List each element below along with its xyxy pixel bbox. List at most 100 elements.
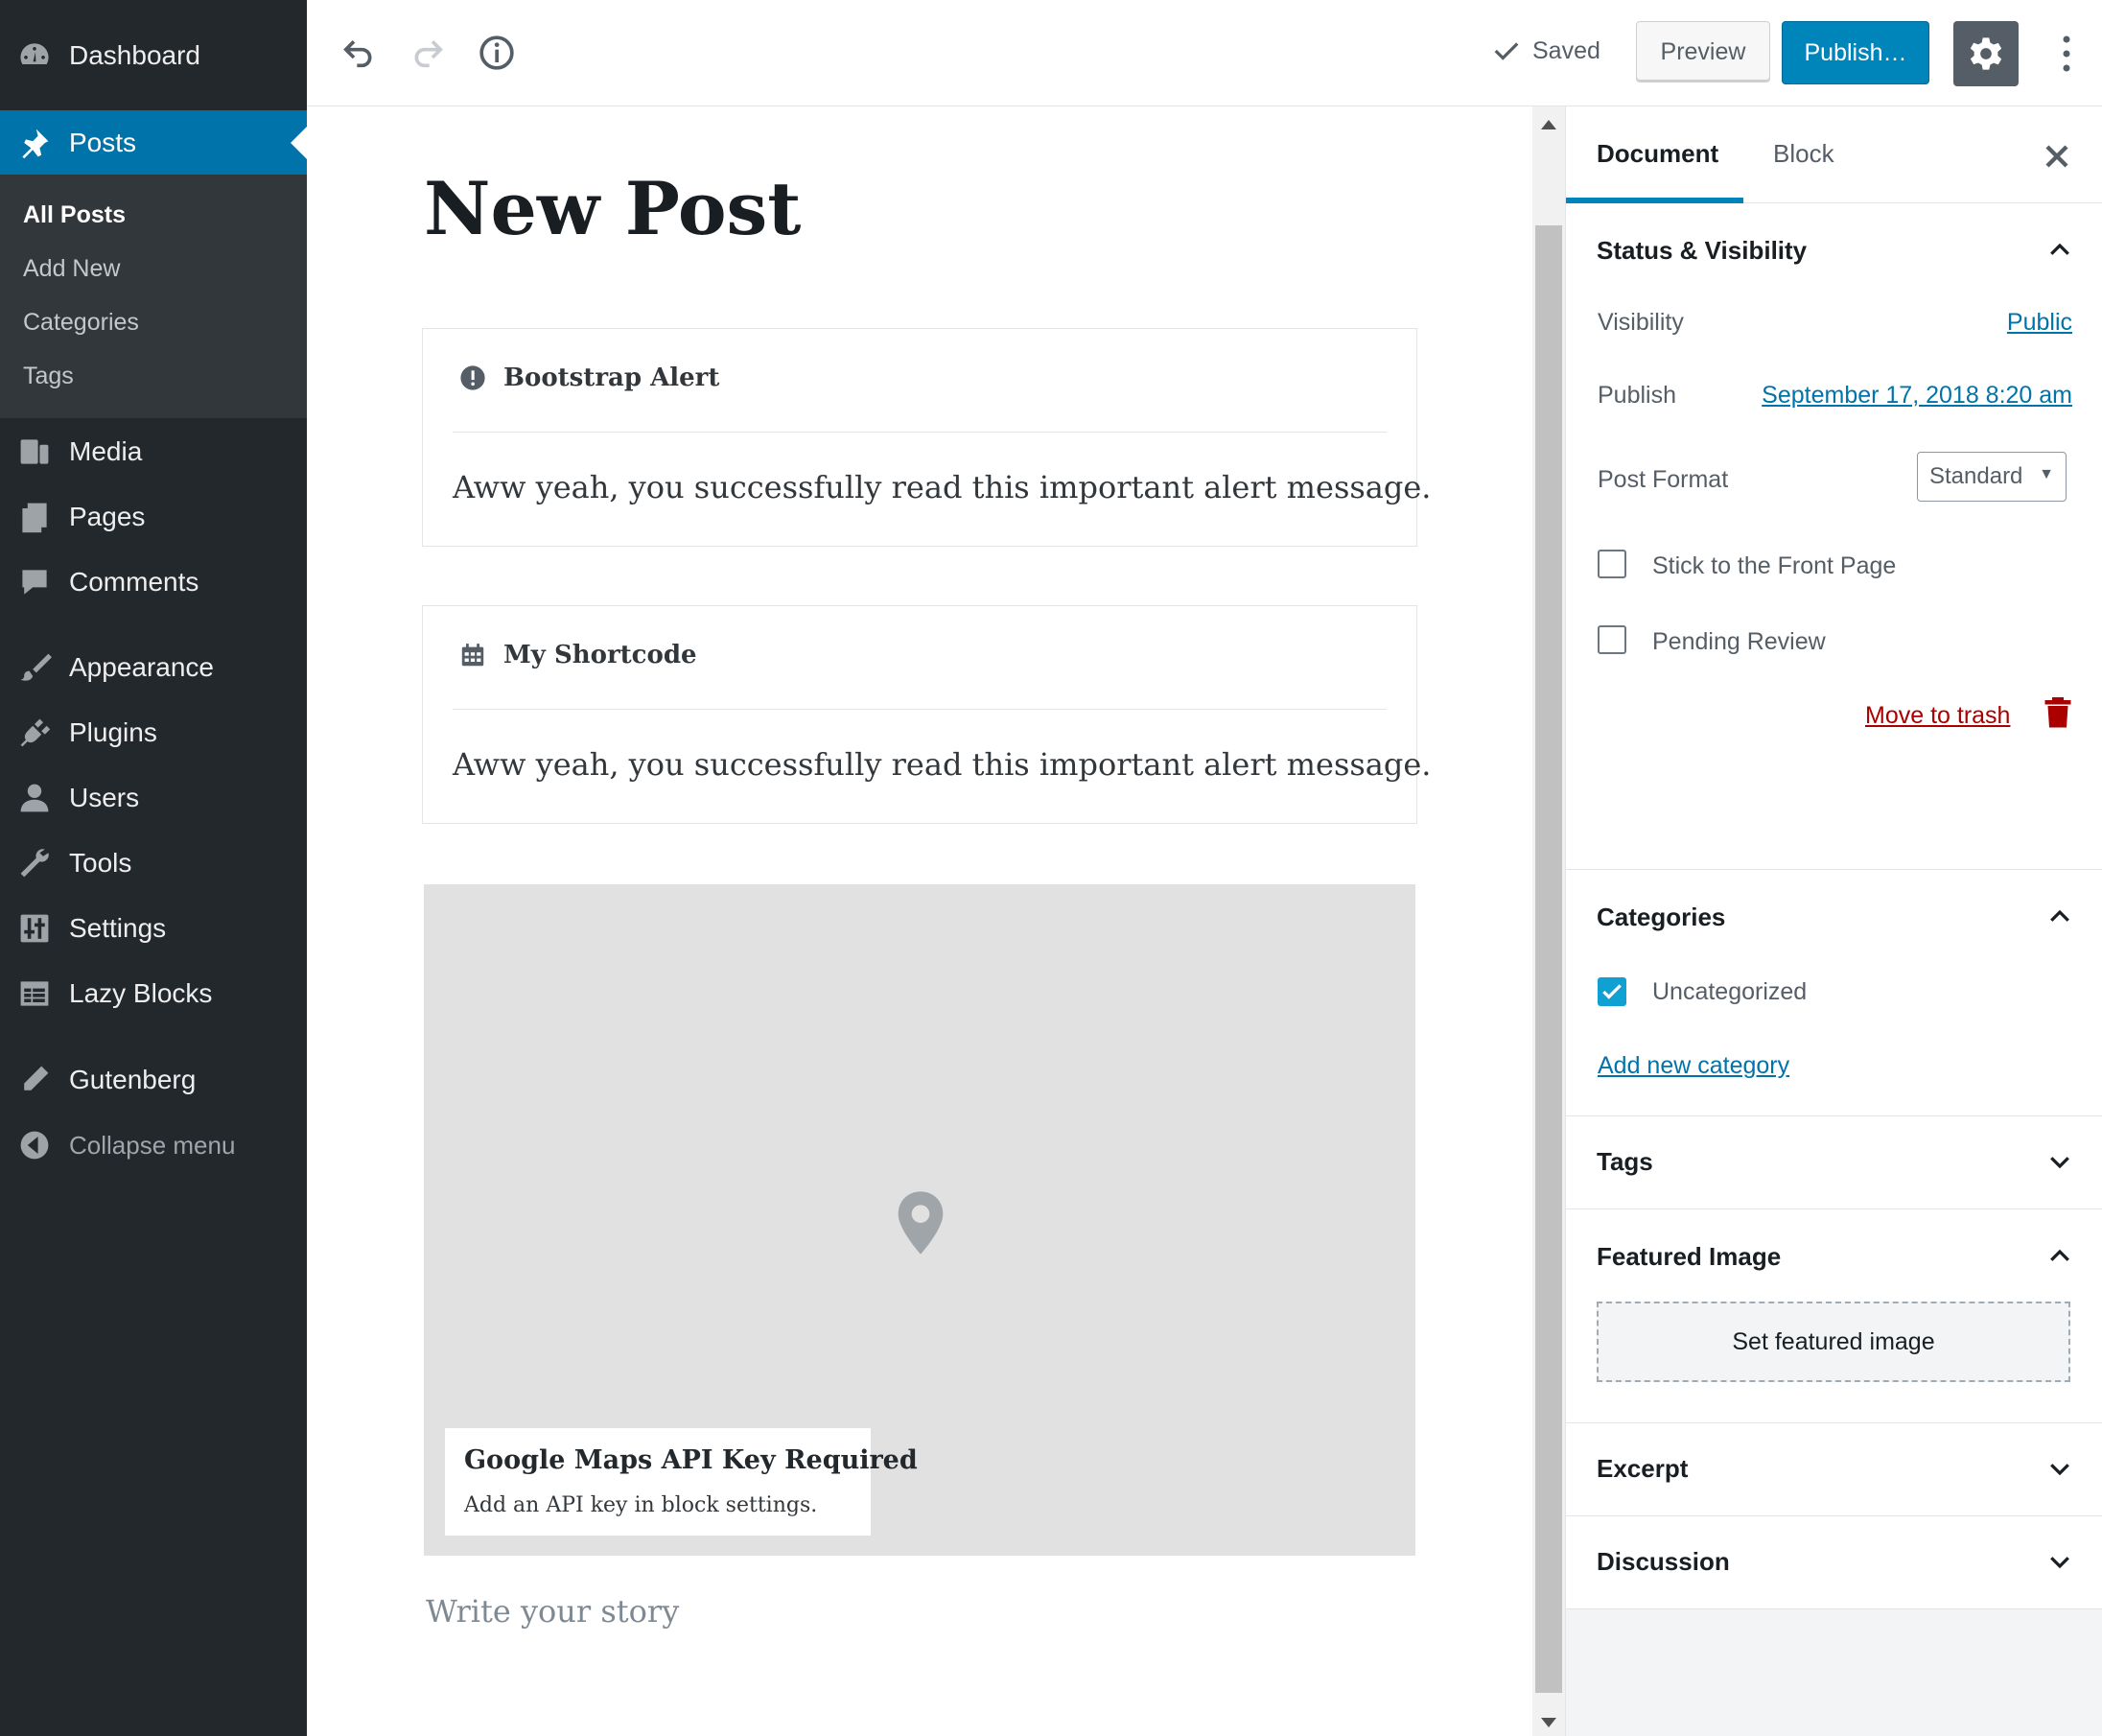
preview-button[interactable]: Preview <box>1636 21 1770 82</box>
publish-button[interactable]: Publish… <box>1782 21 1929 84</box>
discussion-panel: Discussion <box>1566 1516 2102 1609</box>
calendar-icon <box>461 644 484 667</box>
info-button[interactable] <box>474 30 520 76</box>
dropdown-caret-icon: ▼ <box>2039 466 2054 482</box>
posts-submenu: All Posts Add New Categories Tags <box>0 175 307 418</box>
table-icon <box>15 974 54 1013</box>
add-new-category-link[interactable]: Add new category <box>1598 1052 1789 1080</box>
menu-media-label: Media <box>69 436 143 466</box>
chevron-up-icon[interactable] <box>2045 903 2074 931</box>
menu-lazy-blocks[interactable]: Lazy Blocks <box>0 965 307 1022</box>
saved-status: Saved <box>1492 36 1600 65</box>
tags-title[interactable]: Tags <box>1597 1147 1653 1177</box>
menu-plugins-label: Plugins <box>69 717 157 747</box>
pending-review-label[interactable]: Pending Review <box>1652 628 1826 656</box>
media-icon <box>15 433 54 471</box>
set-featured-image-button[interactable]: Set featured image <box>1597 1302 2070 1382</box>
admin-menu: Dashboard Posts All Posts Add New Catego… <box>0 0 307 1736</box>
scrollbar-thumb[interactable] <box>1535 225 1562 1693</box>
settings-panel-content: Document Block Status & Visibility Visib… <box>1566 106 2102 1609</box>
menu-posts[interactable]: Posts <box>0 110 307 176</box>
close-icon[interactable] <box>2038 137 2076 176</box>
trash-icon[interactable] <box>2044 694 2072 729</box>
publish-date-link[interactable]: September 17, 2018 8:20 am <box>1762 382 2072 410</box>
menu-plugins[interactable]: Plugins <box>0 704 307 762</box>
menu-gutenberg[interactable]: Gutenberg <box>0 1051 307 1109</box>
status-visibility-title[interactable]: Status & Visibility <box>1597 236 1807 266</box>
tab-block[interactable]: Block <box>1773 139 1834 169</box>
saved-label: Saved <box>1532 36 1600 64</box>
menu-media[interactable]: Media <box>0 423 307 481</box>
block-name: My Shortcode <box>503 641 697 669</box>
scroll-down-arrow[interactable] <box>1541 1718 1556 1727</box>
featured-image-title[interactable]: Featured Image <box>1597 1242 1781 1272</box>
pushpin-icon <box>15 124 54 162</box>
excerpt-title[interactable]: Excerpt <box>1597 1454 1688 1484</box>
gear-icon <box>1970 37 2002 70</box>
move-to-trash-link[interactable]: Move to trash <box>1865 702 2010 730</box>
more-options-button[interactable] <box>2047 27 2086 81</box>
menu-appearance-label: Appearance <box>69 652 215 682</box>
editor-toolbar: Saved Preview Publish… <box>307 0 2102 106</box>
block-divider <box>453 709 1387 710</box>
block-header: Bootstrap Alert <box>459 364 719 392</box>
chevron-up-icon[interactable] <box>2045 1242 2074 1271</box>
submenu-all-posts[interactable]: All Posts <box>23 201 126 229</box>
categories-title[interactable]: Categories <box>1597 903 1725 932</box>
editor-canvas: New Post Bootstrap Alert Aww yeah, you s… <box>307 106 1532 1736</box>
post-title[interactable]: New Post <box>424 166 801 251</box>
stick-front-page-label[interactable]: Stick to the Front Page <box>1652 552 1896 580</box>
my-shortcode-block[interactable]: My Shortcode Aww yeah, you successfully … <box>422 605 1431 824</box>
discussion-title[interactable]: Discussion <box>1597 1547 1730 1577</box>
scroll-up-arrow[interactable] <box>1541 120 1556 129</box>
menu-comments[interactable]: Comments <box>0 553 307 611</box>
write-story-placeholder[interactable]: Write your story <box>426 1593 679 1630</box>
wrench-icon <box>15 844 54 882</box>
info-icon <box>479 35 514 70</box>
bootstrap-alert-block[interactable]: Bootstrap Alert Aww yeah, you successful… <box>422 328 1431 547</box>
block-content[interactable]: Aww yeah, you successfully read this imp… <box>453 746 1431 783</box>
publish-label: Publish <box>1598 382 1676 409</box>
menu-dashboard-label: Dashboard <box>69 40 200 70</box>
block-divider <box>453 432 1387 433</box>
menu-settings-label: Settings <box>69 913 167 943</box>
block-content[interactable]: Aww yeah, you successfully read this imp… <box>453 469 1431 505</box>
menu-dashboard[interactable]: Dashboard <box>0 27 307 84</box>
excerpt-panel: Excerpt <box>1566 1423 2102 1516</box>
menu-pages-label: Pages <box>69 502 146 531</box>
chevron-down-icon[interactable] <box>2045 1547 2074 1576</box>
menu-appearance[interactable]: Appearance <box>0 639 307 696</box>
submenu-add-new[interactable]: Add New <box>23 255 120 283</box>
chevron-down-icon[interactable] <box>2045 1147 2074 1176</box>
submenu-categories[interactable]: Categories <box>23 309 139 337</box>
settings-toggle-button[interactable] <box>1953 21 2019 86</box>
category-uncategorized-checkbox[interactable] <box>1598 977 1626 1006</box>
menu-pages[interactable]: Pages <box>0 488 307 546</box>
map-api-key-notice: Google Maps API Key Required Add an API … <box>445 1428 918 1536</box>
settings-sliders-icon <box>15 909 54 948</box>
submenu-tags[interactable]: Tags <box>23 363 74 390</box>
menu-users-label: Users <box>69 783 140 812</box>
undo-button[interactable] <box>336 30 382 76</box>
post-format-select[interactable]: Standard ▼ <box>1917 452 2067 502</box>
block-header: My Shortcode <box>459 641 697 669</box>
menu-tools[interactable]: Tools <box>0 834 307 892</box>
editor-scrollbar[interactable] <box>1532 106 1565 1736</box>
undo-icon <box>343 40 372 68</box>
menu-users[interactable]: Users <box>0 769 307 827</box>
tab-document[interactable]: Document <box>1597 139 1718 169</box>
visibility-label: Visibility <box>1598 309 1684 336</box>
visibility-link[interactable]: Public <box>2007 309 2072 337</box>
google-map-block[interactable]: Google Maps API Key Required Add an API … <box>424 884 1415 1556</box>
dashboard-icon <box>15 36 54 75</box>
category-uncategorized-label[interactable]: Uncategorized <box>1652 978 1807 1006</box>
redo-button[interactable] <box>405 30 451 76</box>
pending-review-checkbox[interactable] <box>1598 625 1626 654</box>
chevron-down-icon[interactable] <box>2045 1454 2074 1483</box>
menu-settings[interactable]: Settings <box>0 900 307 957</box>
stick-front-page-checkbox[interactable] <box>1598 550 1626 578</box>
collapse-menu-button[interactable]: Collapse menu <box>0 1116 307 1174</box>
checkmark-icon <box>1602 984 1622 999</box>
chevron-up-icon[interactable] <box>2045 236 2074 265</box>
categories-panel: Categories Uncategorized Add new categor… <box>1566 870 2102 1116</box>
